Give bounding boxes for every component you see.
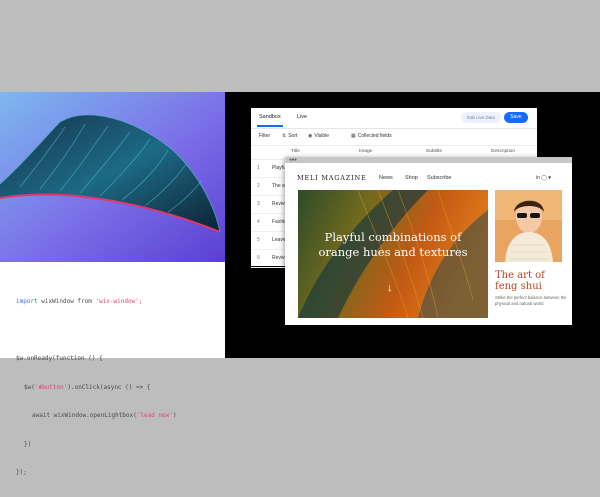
- code-line: await wixWindow.openLightbox('lead now'): [32, 412, 177, 419]
- code-line: }): [24, 440, 32, 448]
- leaf-image: [0, 92, 225, 262]
- column-header[interactable]: Title: [291, 149, 300, 154]
- row-number: 1: [257, 165, 260, 171]
- tab-sandbox[interactable]: Sandbox: [257, 114, 283, 127]
- hero-banner[interactable]: Playful combinations of orange hues and …: [298, 190, 488, 318]
- window-titlebar: ●●●: [285, 157, 572, 163]
- column-header[interactable]: Description: [491, 149, 515, 154]
- cms-toolbar: Filter ⇅ Sort ◉ Visible ▦ Collected fields: [251, 129, 537, 146]
- row-number: 4: [257, 219, 260, 225]
- nav-shop[interactable]: Shop: [405, 175, 418, 181]
- visible-button[interactable]: ◉ Visible: [308, 133, 329, 139]
- hero-title: Playful combinations of orange hues and …: [318, 230, 468, 259]
- sort-button[interactable]: ⇅ Sort: [282, 133, 297, 139]
- edit-live-data-button[interactable]: Edit Live Data: [461, 112, 501, 123]
- tab-live[interactable]: Live: [297, 114, 307, 120]
- down-arrow-icon[interactable]: ↓: [387, 282, 393, 294]
- code-line: $w.onReady(function () {: [16, 355, 103, 362]
- code-line: });: [16, 469, 27, 476]
- article-subtitle: Strike the perfect balance between the p…: [495, 295, 567, 306]
- filter-button[interactable]: Filter: [259, 133, 270, 139]
- code-line: import wixWindow from 'wix-window';: [16, 298, 143, 305]
- article-title[interactable]: The art of feng shui: [495, 270, 565, 292]
- code-line: $w('#button').onClick(async () => {: [24, 383, 151, 391]
- fashion-photo[interactable]: [495, 190, 562, 262]
- stage: import wixWindow from 'wix-window'; ​ $w…: [0, 92, 600, 476]
- woman-portrait-image: [495, 190, 562, 262]
- fields-button[interactable]: ▦ Collected fields: [351, 133, 392, 139]
- eye-icon: ◉: [308, 133, 313, 139]
- window-dots-icon: ●●●: [289, 157, 297, 163]
- left-panel: import wixWindow from 'wix-window'; ​ $w…: [0, 92, 225, 476]
- cms-topbar: Sandbox Live Edit Live Data Save: [251, 108, 537, 129]
- code-snippet: import wixWindow from 'wix-window'; ​ $w…: [16, 278, 221, 497]
- column-header[interactable]: Image: [359, 149, 372, 154]
- site-window: ●●● MELI MAGAZINE News Shop Subscribe in…: [285, 157, 572, 325]
- row-number: 3: [257, 201, 260, 207]
- save-button[interactable]: Save: [504, 112, 528, 123]
- row-title: Leave: [272, 237, 286, 243]
- site-logo[interactable]: MELI MAGAZINE: [297, 174, 367, 182]
- social-icons[interactable]: in ◯ ♥: [536, 175, 551, 181]
- code-line: ​: [16, 326, 221, 336]
- column-header[interactable]: Subtitle: [426, 149, 442, 154]
- row-number: 2: [257, 183, 260, 189]
- row-number: 5: [257, 237, 260, 243]
- nav-subscribe[interactable]: Subscribe: [427, 175, 451, 181]
- row-number: 6: [257, 255, 260, 261]
- nav-news[interactable]: News: [379, 175, 393, 181]
- sort-icon: ⇅: [282, 133, 287, 139]
- fields-icon: ▦: [351, 133, 356, 139]
